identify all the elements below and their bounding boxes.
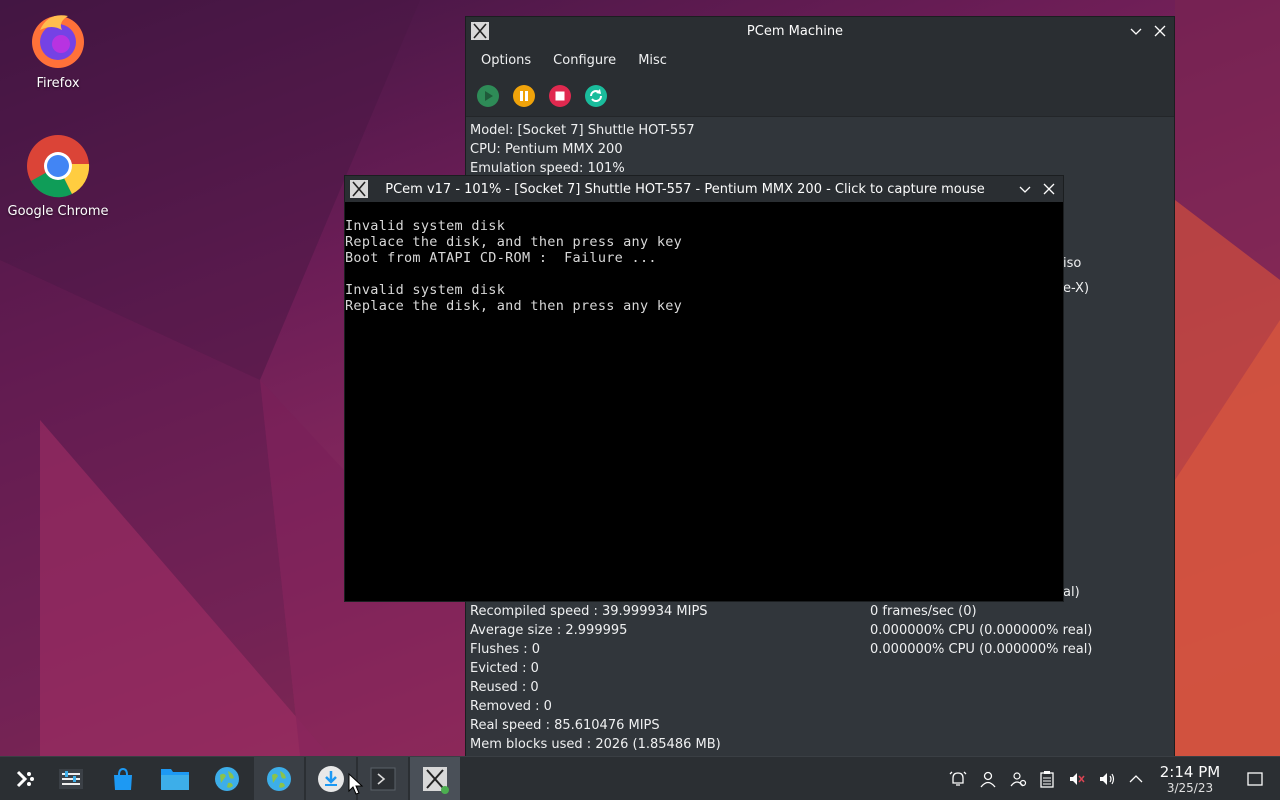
stat-evicted: Evicted : 0 — [470, 661, 539, 676]
notifications-button[interactable] — [948, 769, 968, 789]
desktop-icon-label: Firefox — [36, 76, 80, 91]
users-icon — [1010, 772, 1027, 787]
terminal-icon — [370, 767, 396, 791]
screen-line — [345, 266, 1063, 282]
file-manager-button[interactable] — [150, 757, 200, 800]
partial-text: e-X) — [1063, 281, 1090, 296]
clock-date: 3/25/23 — [1166, 781, 1214, 795]
terminal-button[interactable] — [358, 757, 408, 800]
chevron-down-icon — [1019, 186, 1031, 193]
show-desktop-icon — [1247, 772, 1263, 786]
window-title: PCem v17 - 101% - [Socket 7] Shuttle HOT… — [385, 181, 985, 197]
emu-titlebar[interactable]: PCem v17 - 101% - [Socket 7] Shuttle HOT… — [345, 176, 1063, 202]
close-icon — [1154, 25, 1166, 37]
stat-flushes: Flushes : 0 — [470, 642, 541, 657]
chevron-down-icon — [1130, 28, 1142, 35]
close-button[interactable] — [1148, 19, 1172, 43]
machine-toolbar — [466, 75, 1174, 117]
screen-line: Replace the disk, and then press any key — [345, 298, 683, 314]
stat-recompiled-speed: Recompiled speed : 39.999934 MIPS — [470, 604, 708, 619]
discover-store-button[interactable] — [98, 757, 148, 800]
users-button[interactable] — [1008, 769, 1028, 789]
notifications-icon — [949, 771, 967, 786]
stat-average-size: Average size : 2.999995 — [470, 623, 628, 638]
stop-icon — [549, 84, 571, 107]
close-button[interactable] — [1037, 177, 1061, 201]
stat-mem-blocks: Mem blocks used : 2026 (1.85486 MB) — [470, 737, 721, 752]
volume-icon — [1100, 773, 1115, 785]
pause-button[interactable] — [511, 83, 537, 109]
app-launcher-icon — [16, 770, 34, 788]
pcem-taskbar-button[interactable] — [410, 757, 460, 800]
screen-line: Replace the disk, and then press any key — [345, 234, 683, 250]
pcem-emulation-window: PCem v17 - 101% - [Socket 7] Shuttle HOT… — [344, 175, 1064, 602]
clipboard-button[interactable] — [1037, 769, 1057, 789]
user-button[interactable] — [978, 769, 998, 789]
close-icon — [1043, 183, 1055, 195]
pcem-icon — [350, 180, 368, 198]
browser-button[interactable] — [254, 757, 304, 800]
expand-tray-button[interactable] — [1126, 769, 1146, 789]
clock[interactable]: 2:14 PM 3/25/23 — [1150, 763, 1230, 795]
desktop-icon-label: Google Chrome — [7, 204, 109, 219]
screen-line: Invalid system disk — [345, 218, 506, 234]
screen-line: Boot from ATAPI CD-ROM : Failure ... — [345, 250, 657, 266]
screen-line: Invalid system disk — [345, 282, 506, 298]
browser-globe-icon — [267, 767, 291, 791]
stop-button[interactable] — [547, 83, 573, 109]
minimize-button[interactable] — [1013, 177, 1037, 201]
taskbar: 2:14 PM 3/25/23 — [0, 756, 1280, 800]
pcem-icon — [471, 22, 489, 40]
stat-cpu-2: 0.000000% CPU (0.000000% real) — [870, 642, 1093, 657]
file-manager-icon — [161, 769, 189, 790]
mouse-cursor-icon — [348, 773, 364, 795]
reset-button[interactable] — [583, 83, 609, 109]
stat-real-speed: Real speed : 85.610476 MIPS — [470, 718, 660, 733]
volume-button[interactable] — [1097, 769, 1117, 789]
browser-globe-icon — [215, 767, 239, 791]
discover-store-icon — [114, 767, 132, 790]
pause-icon — [513, 84, 535, 107]
system-settings-button[interactable] — [46, 757, 96, 800]
chrome-icon — [27, 135, 90, 198]
stat-reused: Reused : 0 — [470, 680, 539, 695]
stat-frames: 0 frames/sec (0) — [870, 604, 977, 619]
partial-text: iso — [1063, 256, 1082, 271]
clipboard-icon — [1040, 771, 1054, 788]
info-emulation-speed: Emulation speed: 101% — [470, 161, 625, 176]
app-launcher-button[interactable] — [0, 757, 50, 800]
chevron-up-icon — [1129, 775, 1143, 783]
stat-removed: Removed : 0 — [470, 699, 552, 714]
firefox-icon — [32, 15, 84, 68]
menu-configure[interactable]: Configure — [542, 53, 627, 68]
stat-cpu-1: 0.000000% CPU (0.000000% real) — [870, 623, 1093, 638]
window-title: PCem Machine — [746, 23, 844, 39]
info-model: Model: [Socket 7] Shuttle HOT-557 — [470, 123, 695, 138]
mic-muted-icon — [1070, 773, 1085, 785]
emulator-screen[interactable]: Invalid system disk Replace the disk, an… — [345, 202, 1063, 601]
show-desktop-button[interactable] — [1245, 769, 1265, 789]
play-button[interactable] — [475, 83, 501, 109]
info-cpu: CPU: Pentium MMX 200 — [470, 142, 623, 157]
menubar: Options Configure Misc — [466, 45, 1174, 75]
menu-options[interactable]: Options — [470, 53, 542, 68]
clock-time: 2:14 PM — [1159, 763, 1221, 781]
browser-button[interactable] — [202, 757, 252, 800]
download-installer-icon — [318, 766, 344, 792]
minimize-button[interactable] — [1124, 19, 1148, 43]
partial-text: al) — [1063, 585, 1080, 600]
pcem-icon — [423, 767, 449, 794]
system-settings-icon — [59, 769, 83, 789]
user-icon — [980, 771, 996, 788]
reset-icon — [585, 84, 607, 107]
play-icon — [477, 84, 499, 107]
menu-misc[interactable]: Misc — [627, 53, 678, 68]
microphone-button[interactable] — [1067, 769, 1087, 789]
desktop-icon-firefox[interactable]: Firefox — [3, 10, 113, 91]
desktop-icon-chrome[interactable]: Google Chrome — [3, 134, 113, 219]
machine-titlebar[interactable]: PCem Machine — [466, 17, 1174, 45]
